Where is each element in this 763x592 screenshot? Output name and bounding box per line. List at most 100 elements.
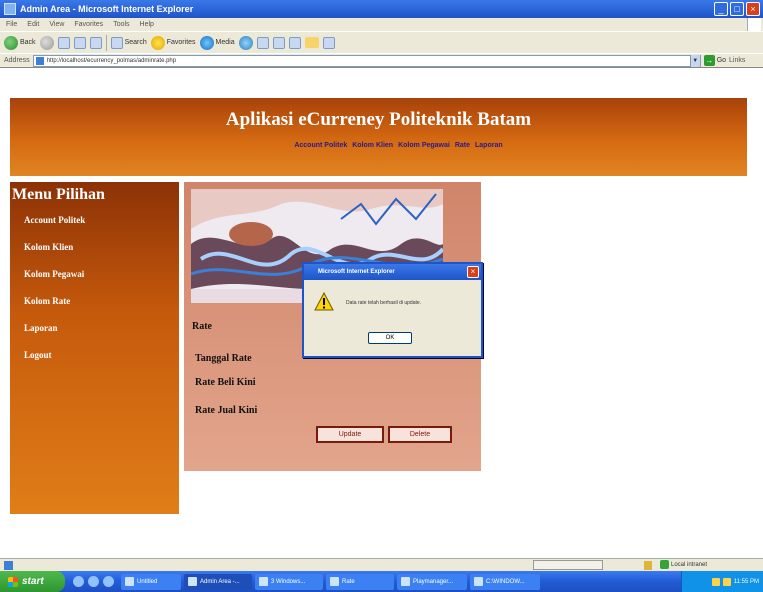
task-untitled[interactable]: Untitled bbox=[121, 573, 181, 590]
status-progress bbox=[533, 560, 603, 570]
menu-file[interactable]: File bbox=[6, 21, 17, 28]
search-label: Search bbox=[124, 39, 147, 46]
minimize-button[interactable]: _ bbox=[714, 2, 728, 16]
rate-beli-label: Rate Beli Kini bbox=[195, 377, 256, 388]
close-button[interactable]: × bbox=[746, 2, 760, 16]
nav-kolom-pegawai[interactable]: Kolom Pegawai bbox=[398, 142, 450, 149]
top-nav: Account Politek Kolom Klien Kolom Pegawa… bbox=[50, 142, 747, 149]
page-icon bbox=[35, 56, 44, 65]
refresh-icon[interactable] bbox=[73, 36, 86, 49]
delete-button[interactable]: Delete bbox=[388, 426, 452, 443]
mail-icon[interactable] bbox=[256, 36, 269, 49]
dialog-close-button[interactable]: × bbox=[467, 266, 479, 278]
intranet-icon bbox=[660, 560, 669, 569]
task-windows[interactable]: 3 Windows... bbox=[255, 573, 323, 590]
task-label: Playmanager... bbox=[413, 578, 454, 585]
nav-rate[interactable]: Rate bbox=[455, 142, 470, 149]
security-zone: Local intranet bbox=[660, 560, 707, 569]
sidebar-item-logout[interactable]: Logout bbox=[10, 350, 179, 377]
tray-icon[interactable] bbox=[711, 577, 720, 586]
sidebar-menu: Menu Pilihan Account Politek Kolom Klien… bbox=[10, 182, 179, 514]
search-button[interactable]: Search bbox=[110, 36, 147, 49]
maximize-button[interactable]: □ bbox=[730, 2, 744, 16]
task-cmd[interactable]: C:\WINDOW... bbox=[470, 573, 540, 590]
nav-account-politek[interactable]: Account Politek bbox=[294, 142, 347, 149]
sidebar-item-laporan[interactable]: Laporan bbox=[10, 323, 179, 350]
favorites-label: Favorites bbox=[166, 39, 196, 46]
menu-bar: File Edit View Favorites Tools Help bbox=[0, 18, 763, 31]
menu-tools[interactable]: Tools bbox=[113, 21, 129, 28]
print-icon[interactable] bbox=[272, 36, 285, 49]
task-label: Admin Area -... bbox=[200, 578, 240, 585]
back-label: Back bbox=[20, 39, 36, 46]
go-label: Go bbox=[716, 57, 727, 64]
forward-button[interactable] bbox=[39, 35, 54, 50]
ie-quicklaunch-icon[interactable] bbox=[73, 576, 84, 587]
folder-icon[interactable] bbox=[304, 37, 319, 48]
menu-help[interactable]: Help bbox=[140, 21, 154, 28]
messenger-icon[interactable] bbox=[322, 36, 335, 49]
dialog-message: Data rate telah berhasil di update. bbox=[346, 300, 422, 306]
paint-icon bbox=[125, 577, 134, 586]
clock: 11:55 PM bbox=[733, 578, 759, 585]
nav-kolom-klien[interactable]: Kolom Klien bbox=[352, 142, 393, 149]
alert-dialog: Microsoft Internet Explorer × Data rate … bbox=[302, 262, 483, 358]
folder-icon bbox=[330, 577, 339, 586]
menu-favorites[interactable]: Favorites bbox=[74, 21, 103, 28]
address-input[interactable]: http://localhost/ecurrency_polmas/adminr… bbox=[32, 54, 701, 67]
quick-launch bbox=[73, 576, 114, 587]
sidebar-item-kolom-pegawai[interactable]: Kolom Pegawai bbox=[10, 269, 179, 296]
favorites-button[interactable]: Favorites bbox=[150, 35, 196, 50]
go-button[interactable]: → Go bbox=[703, 55, 727, 66]
ie-icon bbox=[188, 577, 197, 586]
address-bar: Address http://localhost/ecurrency_polma… bbox=[0, 53, 763, 67]
address-label: Address bbox=[4, 57, 30, 64]
nav-laporan[interactable]: Laporan bbox=[475, 142, 503, 149]
windows-logo-icon bbox=[747, 18, 761, 31]
ok-button[interactable]: OK bbox=[368, 332, 412, 344]
rate-heading: Rate bbox=[192, 321, 212, 332]
menu-edit[interactable]: Edit bbox=[27, 21, 39, 28]
toolbar: Back Search Favorites Media bbox=[0, 31, 763, 53]
page-title: Aplikasi eCurreney Politeknik Batam bbox=[225, 109, 532, 130]
sidebar-item-kolom-rate[interactable]: Kolom Rate bbox=[10, 296, 179, 323]
go-arrow-icon: → bbox=[703, 55, 715, 66]
address-url: http://localhost/ecurrency_polmas/adminr… bbox=[46, 57, 177, 64]
menu-heading: Menu Pilihan bbox=[12, 186, 105, 203]
status-bar: Local intranet bbox=[0, 558, 763, 571]
window-controls: _ □ × bbox=[714, 2, 760, 16]
stop-icon[interactable] bbox=[57, 36, 70, 49]
back-button[interactable]: Back bbox=[4, 35, 36, 50]
start-button[interactable]: start bbox=[0, 571, 65, 592]
taskbar: start Untitled Admin Area -... 3 Windows… bbox=[0, 571, 763, 592]
chevron-down-icon[interactable]: ▼ bbox=[689, 54, 700, 67]
system-tray: 11:55 PM bbox=[681, 571, 763, 592]
menu-view[interactable]: View bbox=[49, 21, 64, 28]
volume-icon[interactable] bbox=[722, 577, 731, 586]
search-icon bbox=[110, 36, 123, 49]
links-label[interactable]: Links bbox=[729, 57, 745, 64]
media-icon bbox=[199, 35, 214, 50]
task-label: Untitled bbox=[137, 578, 158, 585]
update-button[interactable]: Update bbox=[316, 426, 384, 443]
task-playmanager[interactable]: Playmanager... bbox=[397, 573, 467, 590]
home-icon[interactable] bbox=[89, 36, 102, 49]
warning-icon bbox=[314, 292, 334, 311]
lock-icon bbox=[644, 561, 652, 570]
menu-list: Account Politek Kolom Klien Kolom Pegawa… bbox=[10, 215, 179, 377]
desktop-quicklaunch-icon[interactable] bbox=[103, 576, 114, 587]
sidebar-item-account-politek[interactable]: Account Politek bbox=[10, 215, 179, 242]
back-arrow-icon bbox=[4, 35, 18, 50]
mail-quicklaunch-icon[interactable] bbox=[88, 576, 99, 587]
task-admin-area[interactable]: Admin Area -... bbox=[184, 573, 252, 590]
rate-jual-label: Rate Jual Kini bbox=[195, 405, 258, 416]
history-icon[interactable] bbox=[238, 35, 253, 50]
toolbar-divider bbox=[105, 34, 107, 51]
edit-icon[interactable] bbox=[288, 36, 301, 49]
task-rate[interactable]: Rate bbox=[326, 573, 394, 590]
media-button[interactable]: Media bbox=[199, 35, 235, 50]
tanggal-rate-label: Tanggal Rate bbox=[195, 353, 252, 364]
sidebar-item-kolom-klien[interactable]: Kolom Klien bbox=[10, 242, 179, 269]
dialog-title: Microsoft Internet Explorer bbox=[304, 264, 481, 280]
forward-arrow-icon bbox=[39, 35, 54, 50]
